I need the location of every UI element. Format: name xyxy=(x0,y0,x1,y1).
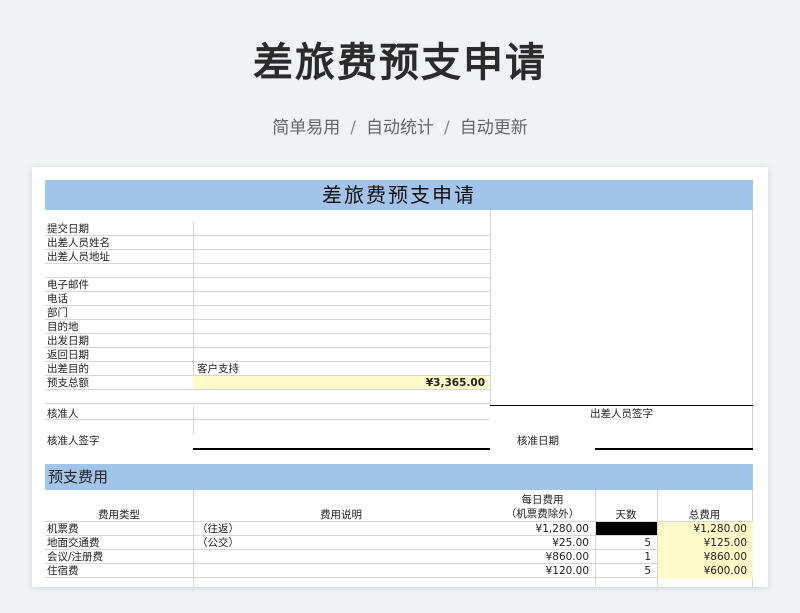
form-divider xyxy=(490,210,491,406)
days-blank-cell xyxy=(596,522,657,535)
form-row: 出发日期 xyxy=(45,334,490,348)
trip-purpose-value: 客户支持 xyxy=(197,363,239,375)
approve-date-label: 核准日期 xyxy=(517,435,559,447)
approver-sign-label: 核准人签字 xyxy=(47,435,100,447)
form-row: 电子邮件 xyxy=(45,278,490,292)
page-title: 差旅费预支申请 xyxy=(253,40,547,86)
form-row: 提交日期 xyxy=(45,222,490,236)
form-row: 返回日期 xyxy=(45,348,490,362)
spreadsheet-preview: 差旅费预支申请 提交日期 出差人员姓名 出差人员地址 电子邮件 电话 部门 目的… xyxy=(32,167,768,587)
table-row: 地面交通费 （公交） ¥25.00 5 ¥125.00 xyxy=(45,536,753,550)
form-row: 出差人员地址 xyxy=(45,250,490,264)
form-row-blank xyxy=(45,390,490,404)
advance-total-value: ¥3,365.00 xyxy=(193,376,489,390)
subtitle-separator: / xyxy=(444,118,450,138)
form-row: 部门 xyxy=(45,306,490,320)
subtitle-separator: / xyxy=(350,118,356,138)
subtitle-item-update: 自动更新 xyxy=(459,118,528,138)
header-daily: 每日费用 xyxy=(521,494,564,506)
form-row xyxy=(45,264,490,278)
table-header-row xyxy=(45,508,753,522)
approve-date-line xyxy=(595,448,753,450)
advance-total-label: 预支总额 xyxy=(47,377,89,389)
form-row: 出差目的 客户支持 xyxy=(45,362,490,376)
approver-signature-line xyxy=(193,448,490,450)
table-row: 住宿费 ¥120.00 5 ¥600.00 xyxy=(45,564,753,578)
signature-line xyxy=(490,405,753,406)
sheet-title: 差旅费预支申请 xyxy=(45,180,753,210)
form-row: 出差人员姓名 xyxy=(45,236,490,250)
form-sheet: 差旅费预支申请 提交日期 出差人员姓名 出差人员地址 电子邮件 电话 部门 目的… xyxy=(45,180,753,587)
table-row: 会议/注册费 ¥860.00 1 ¥860.00 xyxy=(45,550,753,564)
approver-row xyxy=(45,406,490,420)
subtitle-item-easy: 简单易用 xyxy=(272,118,341,138)
page-subtitle: 简单易用 / 自动统计 / 自动更新 xyxy=(0,113,800,138)
form-row: 电话 xyxy=(45,292,490,306)
traveler-sign-label: 出差人员签字 xyxy=(590,408,653,420)
form-row: 目的地 xyxy=(45,320,490,334)
subtitle-item-stats: 自动统计 xyxy=(366,118,434,138)
section-title-advance: 预支费用 xyxy=(45,464,753,490)
table-row: 机票费 （往返） ¥1,280.00 ¥1,280.00 xyxy=(45,522,753,536)
